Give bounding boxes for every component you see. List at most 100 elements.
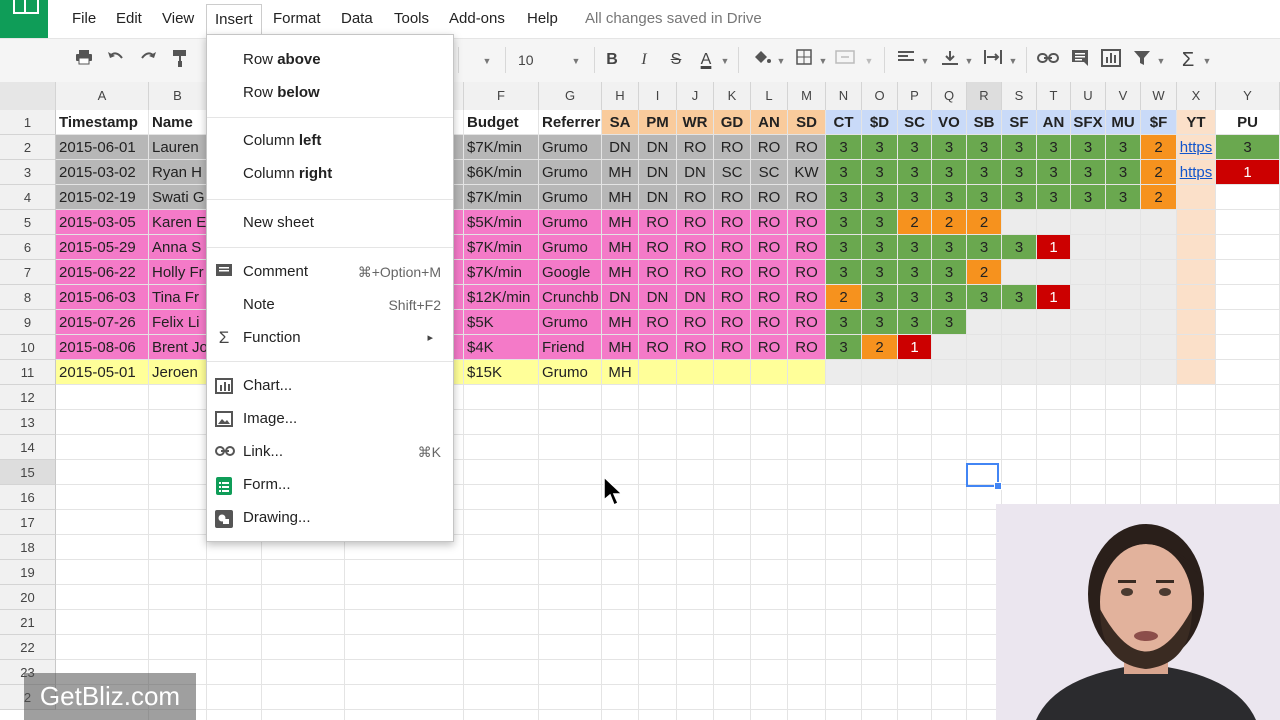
row-header-14[interactable]: 14: [0, 435, 56, 460]
cell-y6[interactable]: [1216, 235, 1280, 260]
insert-drawing-item[interactable]: Drawing...: [207, 504, 453, 532]
cell-a7[interactable]: 2015-06-22: [56, 260, 149, 285]
cell-v6[interactable]: [1106, 235, 1141, 260]
cell-r7[interactable]: 2: [967, 260, 1002, 285]
cell-t10[interactable]: [1037, 335, 1071, 360]
cell-x4[interactable]: [1177, 185, 1216, 210]
cell-n5[interactable]: 3: [826, 210, 862, 235]
cell-b11[interactable]: Jeroen: [149, 360, 207, 385]
cell-o11[interactable]: [862, 360, 898, 385]
cell-m7[interactable]: RO: [788, 260, 826, 285]
cell-y10[interactable]: [1216, 335, 1280, 360]
cell-r2[interactable]: 3: [967, 135, 1002, 160]
cell-r8[interactable]: 3: [967, 285, 1002, 310]
cell-v7[interactable]: [1106, 260, 1141, 285]
align-caret-icon[interactable]: ▼: [920, 49, 930, 71]
cell-u7[interactable]: [1071, 260, 1106, 285]
cell-i11[interactable]: [639, 360, 677, 385]
insert-chart-icon[interactable]: [1100, 49, 1122, 71]
cell-k4[interactable]: RO: [714, 185, 751, 210]
print-icon[interactable]: [74, 49, 94, 71]
cell-o10[interactable]: 2: [862, 335, 898, 360]
cell-w4[interactable]: 2: [1141, 185, 1177, 210]
column-header-v[interactable]: V: [1106, 82, 1141, 110]
cell-s4[interactable]: 3: [1002, 185, 1037, 210]
cell-b7[interactable]: Holly Fr: [149, 260, 207, 285]
cell-p4[interactable]: 3: [898, 185, 932, 210]
cell-m2[interactable]: RO: [788, 135, 826, 160]
cell-b4[interactable]: Swati G: [149, 185, 207, 210]
cell-x6[interactable]: [1177, 235, 1216, 260]
cell-f7[interactable]: $7K/min: [464, 260, 539, 285]
column-header-i[interactable]: I: [639, 82, 677, 110]
row-header-1[interactable]: 1: [0, 110, 56, 135]
cell-l11[interactable]: [751, 360, 788, 385]
cell-g11[interactable]: Grumo: [539, 360, 602, 385]
header-cell-g[interactable]: Referrer: [539, 110, 602, 135]
cell-a3[interactable]: 2015-03-02: [56, 160, 149, 185]
cell-n6[interactable]: 3: [826, 235, 862, 260]
cell-u2[interactable]: 3: [1071, 135, 1106, 160]
cell-f9[interactable]: $5K: [464, 310, 539, 335]
font-size-select[interactable]: 10: [518, 49, 548, 71]
cell-p8[interactable]: 3: [898, 285, 932, 310]
cell-x9[interactable]: [1177, 310, 1216, 335]
cell-n8[interactable]: 2: [826, 285, 862, 310]
header-cell-s[interactable]: SF: [1002, 110, 1037, 135]
cell-l5[interactable]: RO: [751, 210, 788, 235]
menu-insert[interactable]: Insert: [206, 4, 262, 35]
cell-y11[interactable]: [1216, 360, 1280, 385]
header-cell-a[interactable]: Timestamp: [56, 110, 149, 135]
menu-addons[interactable]: Add-ons: [449, 8, 505, 30]
column-header-f[interactable]: F: [464, 82, 539, 110]
cell-p11[interactable]: [898, 360, 932, 385]
cell-k9[interactable]: RO: [714, 310, 751, 335]
cell-t9[interactable]: [1037, 310, 1071, 335]
row-header-6[interactable]: 6: [0, 235, 56, 260]
cell-w11[interactable]: [1141, 360, 1177, 385]
cell-g10[interactable]: Friend: [539, 335, 602, 360]
cell-f8[interactable]: $12K/min: [464, 285, 539, 310]
cell-s8[interactable]: 3: [1002, 285, 1037, 310]
cell-n4[interactable]: 3: [826, 185, 862, 210]
header-cell-x[interactable]: YT: [1177, 110, 1216, 135]
cell-x2[interactable]: https: [1177, 135, 1216, 160]
cell-p3[interactable]: 3: [898, 160, 932, 185]
header-cell-h[interactable]: SA: [602, 110, 639, 135]
cell-j11[interactable]: [677, 360, 714, 385]
column-header-k[interactable]: K: [714, 82, 751, 110]
cell-y4[interactable]: [1216, 185, 1280, 210]
column-header-m[interactable]: M: [788, 82, 826, 110]
cell-h11[interactable]: MH: [602, 360, 639, 385]
insert-link-item[interactable]: Link... ⌘K: [207, 438, 453, 466]
cell-i7[interactable]: RO: [639, 260, 677, 285]
cell-k6[interactable]: RO: [714, 235, 751, 260]
cell-n10[interactable]: 3: [826, 335, 862, 360]
cell-t4[interactable]: 3: [1037, 185, 1071, 210]
cell-g6[interactable]: Grumo: [539, 235, 602, 260]
insert-column-left-item[interactable]: Column left: [207, 127, 453, 155]
cell-l6[interactable]: RO: [751, 235, 788, 260]
cell-a9[interactable]: 2015-07-26: [56, 310, 149, 335]
borders-icon[interactable]: [794, 49, 814, 71]
column-header-y[interactable]: Y: [1216, 82, 1280, 110]
cell-m4[interactable]: RO: [788, 185, 826, 210]
insert-chart-item[interactable]: Chart...: [207, 372, 453, 400]
cell-t8[interactable]: 1: [1037, 285, 1071, 310]
cell-p7[interactable]: 3: [898, 260, 932, 285]
cell-l4[interactable]: RO: [751, 185, 788, 210]
insert-row-below-item[interactable]: Row below: [207, 79, 453, 107]
cell-x11[interactable]: [1177, 360, 1216, 385]
cell-x3[interactable]: https: [1177, 160, 1216, 185]
cell-u5[interactable]: [1071, 210, 1106, 235]
cell-u9[interactable]: [1071, 310, 1106, 335]
cell-s11[interactable]: [1002, 360, 1037, 385]
cell-p6[interactable]: 3: [898, 235, 932, 260]
cell-f3[interactable]: $6K/min: [464, 160, 539, 185]
insert-link-icon[interactable]: [1036, 49, 1060, 71]
valign-caret-icon[interactable]: ▼: [964, 49, 974, 71]
header-cell-l[interactable]: AN: [751, 110, 788, 135]
merge-caret-icon[interactable]: ▼: [864, 49, 874, 71]
column-header-n[interactable]: N: [826, 82, 862, 110]
cell-x10[interactable]: [1177, 335, 1216, 360]
